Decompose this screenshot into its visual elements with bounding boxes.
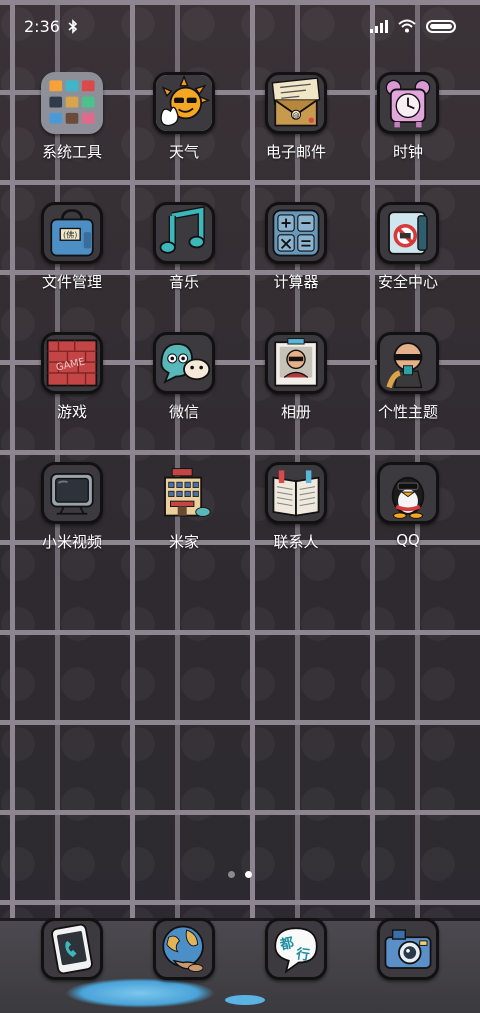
dock-bubble-text-2: 行 [294, 945, 311, 964]
app-mi-video[interactable]: 小米视频 [16, 462, 128, 552]
app-gallery[interactable]: 相册 [240, 332, 352, 422]
app-label: 计算器 [273, 273, 319, 291]
tv-icon [41, 462, 103, 524]
app-security-center[interactable]: 安全中心 [352, 202, 464, 292]
app-clock[interactable]: 时钟 [352, 72, 464, 162]
dock-messages[interactable]: 都 行 [240, 918, 352, 980]
signal-icon [370, 19, 388, 33]
envelope-icon: @ [265, 72, 327, 134]
dock-browser[interactable] [128, 918, 240, 980]
app-label: 文件管理 [41, 273, 102, 291]
globe-icon [153, 918, 215, 980]
contacts-book-icon [265, 462, 327, 524]
app-label: 游戏 [56, 403, 87, 421]
bag-icon: (佛) [41, 202, 103, 264]
status-left: 2:36 [24, 17, 78, 36]
page-dot-2[interactable] [245, 871, 252, 878]
app-file-manager[interactable]: (佛) 文件管理 [16, 202, 128, 292]
dock-camera[interactable] [352, 918, 464, 980]
dock: 都 行 [16, 918, 464, 980]
shield-phone-icon [377, 202, 439, 264]
wifi-icon [398, 19, 416, 33]
app-email[interactable]: @ 电子邮件 [240, 72, 352, 162]
svg-text:(佛): (佛) [63, 230, 77, 240]
penguin-icon [377, 462, 439, 524]
app-label: 米家 [168, 533, 199, 551]
camera-icon [377, 918, 439, 980]
chat-icon [153, 332, 215, 394]
app-weather[interactable]: 天气 [128, 72, 240, 162]
alarm-clock-icon [377, 72, 439, 134]
page-dot-1[interactable] [228, 871, 235, 878]
app-grid: 系统工具 天气 @ 电子邮件 时钟 (佛) 文件管理 音乐 计算器 安全中心 G… [16, 72, 464, 552]
dock-phone[interactable] [16, 918, 128, 980]
app-label: QQ [396, 531, 420, 549]
sun-icon [153, 72, 215, 134]
phone-icon [41, 918, 103, 980]
app-label: 时钟 [392, 143, 423, 161]
folder-icon [41, 72, 103, 134]
app-label: 系统工具 [41, 143, 102, 161]
status-time: 2:36 [24, 16, 60, 36]
app-system-tools[interactable]: 系统工具 [16, 72, 128, 162]
app-label: 电子邮件 [265, 143, 326, 161]
page-indicator[interactable] [0, 871, 480, 878]
app-calculator[interactable]: 计算器 [240, 202, 352, 292]
app-wechat[interactable]: 微信 [128, 332, 240, 422]
game-icon: GAME [41, 332, 103, 394]
status-right [370, 19, 456, 33]
app-games[interactable]: GAME 游戏 [16, 332, 128, 422]
app-music[interactable]: 音乐 [128, 202, 240, 292]
theme-icon [377, 332, 439, 394]
music-note-icon [153, 202, 215, 264]
app-contacts[interactable]: 联系人 [240, 462, 352, 552]
app-label: 微信 [168, 403, 199, 421]
status-bar: 2:36 [0, 0, 480, 52]
app-mi-home[interactable]: 米家 [128, 462, 240, 552]
app-label: 天气 [168, 143, 199, 161]
app-qq[interactable]: QQ [352, 462, 464, 552]
app-label: 相册 [280, 403, 311, 421]
puddle-splash [225, 995, 265, 1005]
puddle [65, 978, 215, 1008]
calculator-icon [265, 202, 327, 264]
svg-text:@: @ [292, 111, 299, 120]
app-label: 安全中心 [377, 273, 438, 291]
app-label: 小米视频 [41, 533, 102, 551]
bluetooth-icon [68, 18, 78, 34]
app-themes[interactable]: 个性主题 [352, 332, 464, 422]
photo-icon [265, 332, 327, 394]
app-label: 个性主题 [377, 403, 438, 421]
battery-icon [426, 19, 456, 33]
app-label: 联系人 [273, 533, 319, 551]
speech-bubble-icon: 都 行 [265, 918, 327, 980]
app-label: 音乐 [168, 273, 199, 291]
house-icon [153, 462, 215, 524]
